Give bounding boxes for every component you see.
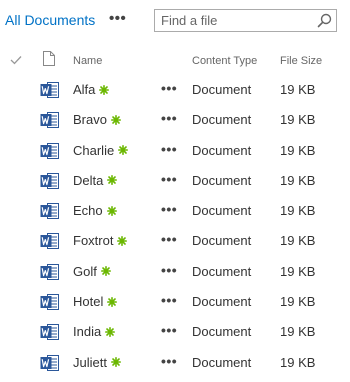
document-list: Alfa ••• Document 19 KB Bravo ••• Document 19 K… [0,75,350,378]
document-row[interactable]: Hotel ••• Document 19 KB [0,287,350,317]
file-size-cell: 19 KB [280,354,316,370]
file-name-text[interactable]: Juliett [73,355,107,370]
column-header-row: Name Content Type File Size [0,47,350,75]
new-item-icon [107,175,118,186]
new-item-icon [99,84,110,95]
file-name-text[interactable]: Alfa [73,82,95,97]
file-name-text[interactable]: Golf [73,264,97,279]
content-type-cell: Document [192,294,252,310]
file-name-link[interactable]: Echo [73,203,117,218]
new-item-icon [100,266,111,277]
file-size-cell: 19 KB [280,263,316,279]
word-doc-icon [40,82,59,98]
new-item-icon [106,205,117,216]
file-name-link[interactable]: Foxtrot [73,233,128,248]
document-row[interactable]: Foxtrot ••• Document 19 KB [0,226,350,256]
search-icon[interactable] [317,13,332,28]
content-type-cell: Document [192,172,252,188]
toolbar: All Documents ••• [0,0,350,44]
content-type-cell: Document [192,203,252,219]
word-doc-icon [40,263,59,280]
file-size-cell: 19 KB [280,294,316,310]
word-doc-icon [40,294,59,311]
new-item-icon [107,296,118,307]
file-name-text[interactable]: Bravo [73,112,107,127]
view-selector-link[interactable]: All Documents [5,12,95,28]
document-row[interactable]: Alfa ••• Document 19 KB [0,75,350,105]
row-more-options-button[interactable]: ••• [161,141,177,157]
row-more-options-button[interactable]: ••• [161,231,177,247]
file-name-text[interactable]: Echo [73,203,103,218]
column-header-name[interactable]: Name [73,55,102,67]
new-item-icon [118,145,129,156]
file-name-link[interactable]: Juliett [73,355,121,370]
file-size-cell: 19 KB [280,112,316,128]
file-name-link[interactable]: India [73,324,116,339]
row-more-options-button[interactable]: ••• [161,80,177,96]
row-more-options-button[interactable]: ••• [161,201,177,217]
document-row[interactable]: India ••• Document 19 KB [0,317,350,347]
content-type-cell: Document [192,233,252,249]
file-name-text[interactable]: Delta [73,173,103,188]
word-doc-icon [40,354,59,371]
word-doc-icon [40,233,59,250]
search-box [154,9,337,32]
row-more-options-button[interactable]: ••• [161,262,177,278]
column-header-file-size[interactable]: File Size [280,55,322,67]
file-size-cell: 19 KB [280,172,316,188]
file-size-cell: 19 KB [280,82,316,97]
document-row[interactable]: Juliett ••• Document 19 KB [0,348,350,378]
content-type-cell: Document [192,324,252,340]
column-header-content-type[interactable]: Content Type [192,55,257,67]
file-name-text[interactable]: Hotel [73,294,103,309]
content-type-cell: Document [192,82,252,97]
document-row[interactable]: Echo ••• Document 19 KB [0,196,350,226]
new-item-icon [110,357,121,368]
content-type-cell: Document [192,354,252,370]
row-more-options-button[interactable]: ••• [161,322,177,338]
content-type-cell: Document [192,112,252,128]
new-item-icon [117,235,128,246]
document-row[interactable]: Delta ••• Document 19 KB [0,166,350,196]
file-name-text[interactable]: Foxtrot [73,233,113,248]
row-more-options-button[interactable]: ••• [161,110,177,126]
new-item-icon [110,114,121,125]
content-type-cell: Document [192,142,252,158]
row-more-options-button[interactable]: ••• [161,171,177,187]
file-name-link[interactable]: Delta [73,173,118,188]
file-name-link[interactable]: Alfa [73,82,110,97]
row-more-options-button[interactable]: ••• [161,353,177,369]
file-name-text[interactable]: Charlie [73,143,114,158]
file-name-link[interactable]: Hotel [73,294,118,309]
document-row[interactable]: Charlie ••• Document 19 KB [0,136,350,166]
file-name-link[interactable]: Golf [73,264,111,279]
row-more-options-button[interactable]: ••• [161,292,177,308]
more-options-button[interactable]: ••• [109,10,126,27]
word-doc-icon [40,112,59,129]
select-all-checkmark-icon[interactable] [10,55,22,65]
file-size-cell: 19 KB [280,233,316,249]
content-type-cell: Document [192,263,252,279]
word-doc-icon [40,172,59,189]
file-name-text[interactable]: India [73,324,101,339]
document-row[interactable]: Golf ••• Document 19 KB [0,257,350,287]
file-name-link[interactable]: Bravo [73,112,121,127]
file-type-icon[interactable] [43,51,55,66]
word-doc-icon [40,324,59,341]
document-row[interactable]: Bravo ••• Document 19 KB [0,105,350,135]
file-size-cell: 19 KB [280,203,316,219]
word-doc-icon [40,203,59,220]
file-size-cell: 19 KB [280,142,316,158]
file-size-cell: 19 KB [280,324,316,340]
new-item-icon [105,326,116,337]
file-name-link[interactable]: Charlie [73,143,129,158]
word-doc-icon [40,142,59,159]
search-input[interactable] [155,10,311,31]
